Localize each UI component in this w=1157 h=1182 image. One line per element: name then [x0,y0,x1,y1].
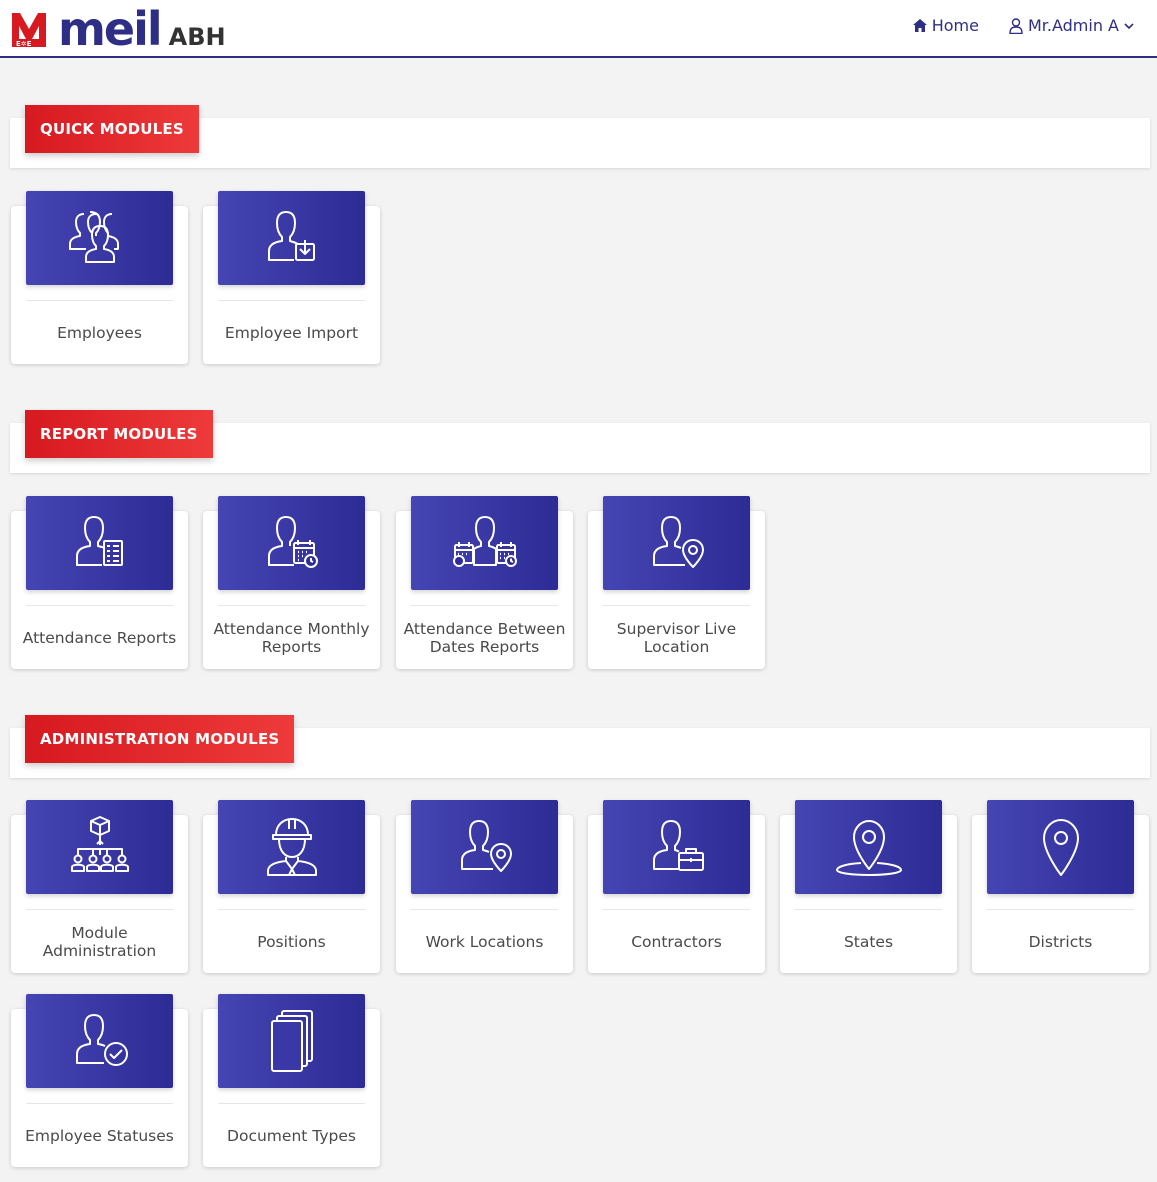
module-card-states[interactable]: States [780,800,957,973]
module-card-employee-import[interactable]: Employee Import [203,191,380,364]
module-card-label: Document Types [227,1126,356,1145]
svg-text:E✲E: E✲E [16,40,32,48]
module-card-label: Employees [57,323,142,342]
brand-logo[interactable]: E✲E meil ABH [10,2,226,56]
module-card-label: Attendance Monthly Reports [213,619,370,656]
module-card-work-locations[interactable]: Work Locations [396,800,573,973]
chevron-down-icon [1124,22,1134,29]
user-calendar-icon [218,496,365,590]
module-card-attendance-reports[interactable]: Attendance Reports [11,496,188,669]
module-card-attendance-between-dates-reports[interactable]: Attendance Between Dates Reports [396,496,573,669]
module-card-label: Districts [1028,932,1093,951]
module-card-employee-statuses[interactable]: Employee Statuses [11,994,188,1167]
module-card-label: Attendance Reports [22,628,177,647]
module-card-label: Positions [257,932,326,951]
users-group-icon [26,191,173,285]
brand-sub: ABH [168,23,226,51]
hierarchy-icon [26,800,173,894]
user-name: Mr.Admin A [1027,16,1119,35]
map-pin-base-icon [795,800,942,894]
module-card-positions[interactable]: Positions [203,800,380,973]
module-card-contractors[interactable]: Contractors [588,800,765,973]
module-card-employees[interactable]: Employees [11,191,188,364]
user-icon [1009,17,1023,34]
home-link[interactable]: Home [912,16,979,35]
quick-modules-title: QUICK MODULES [25,105,199,153]
module-card-label: Attendance Between Dates Reports [403,619,566,656]
top-navbar: E✲E meil ABH Home Mr.Admin A [0,0,1157,58]
module-card-districts[interactable]: Districts [972,800,1149,973]
map-pin-icon [987,800,1134,894]
module-card-label: Employee Import [224,323,359,342]
meil-logo-mark-icon: E✲E [10,9,54,49]
worker-helmet-icon [218,800,365,894]
module-card-supervisor-live-location[interactable]: Supervisor Live Location [588,496,765,669]
home-icon [912,19,927,32]
module-card-label: States [843,932,894,951]
module-card-label: Work Locations [425,932,544,951]
user-import-icon [218,191,365,285]
module-card-label: Employee Statuses [25,1126,174,1145]
documents-stack-icon [218,994,365,1088]
user-location-icon [411,800,558,894]
user-date-range-icon [411,496,558,590]
report-modules-title: REPORT MODULES [25,410,213,458]
module-card-attendance-monthly-reports[interactable]: Attendance Monthly Reports [203,496,380,669]
module-card-label: Module Administration [42,923,157,960]
module-card-label: Supervisor Live Location [616,619,737,656]
nav-right: Home Mr.Admin A [912,16,1135,35]
user-menu[interactable]: Mr.Admin A [1009,16,1135,35]
user-check-icon [26,994,173,1088]
brand-name: meil [58,2,163,56]
home-link-label: Home [931,16,979,35]
user-report-icon [26,496,173,590]
module-card-module-administration[interactable]: Module Administration [11,800,188,973]
module-card-label: Contractors [631,932,722,951]
admin-modules-title: ADMINISTRATION MODULES [25,715,295,763]
user-briefcase-icon [603,800,750,894]
module-card-document-types[interactable]: Document Types [203,994,380,1167]
user-location-icon [603,496,750,590]
